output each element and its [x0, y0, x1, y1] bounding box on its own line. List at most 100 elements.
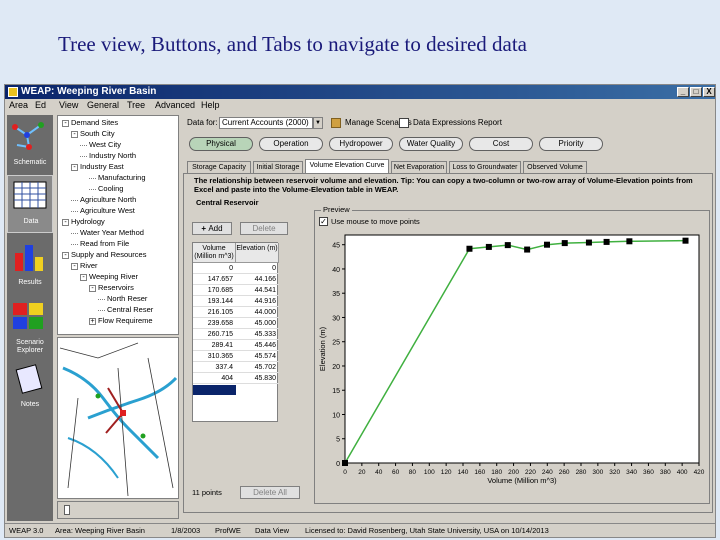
menu-edit[interactable]: Ed — [35, 100, 46, 110]
cell-elevation[interactable]: 44.166 — [236, 275, 279, 285]
data-point[interactable] — [585, 239, 592, 246]
data-expressions-report-button[interactable]: Data Expressions Report — [413, 118, 502, 127]
menu-area[interactable]: Area — [9, 100, 28, 110]
zoom-slider-thumb[interactable] — [64, 505, 70, 515]
category-button-priority[interactable]: Priority — [539, 137, 603, 151]
cell-volume[interactable]: 337.4 — [193, 363, 236, 373]
chevron-down-icon[interactable]: ▼ — [313, 117, 323, 129]
collapse-icon[interactable]: - — [62, 219, 69, 226]
tab-storage-capacity[interactable]: Storage Capacity — [187, 161, 251, 173]
cell-elevation[interactable]: 45.446 — [236, 341, 279, 351]
category-button-cost[interactable]: Cost — [469, 137, 533, 151]
menu-advanced[interactable]: Advanced — [155, 100, 195, 110]
area-map[interactable] — [57, 337, 179, 499]
cell-volume[interactable]: 0 — [193, 264, 236, 274]
view-button-notes[interactable]: Notes — [7, 359, 53, 417]
cell-volume[interactable]: 260.715 — [193, 330, 236, 340]
add-button[interactable]: + Add — [192, 222, 232, 235]
collapse-icon[interactable]: - — [71, 263, 78, 270]
tree-item[interactable]: - Supply and Resources — [62, 250, 146, 259]
view-button-data[interactable]: Data — [7, 175, 53, 233]
tab-observed-volume[interactable]: Observed Volume — [523, 161, 587, 173]
volume-elevation-table[interactable]: Volume (Million m^3) Elevation (m) 0 0 147… — [192, 242, 279, 422]
cell-volume[interactable]: 289.41 — [193, 341, 236, 351]
cell-elevation[interactable]: 44.000 — [236, 308, 279, 318]
tree-item[interactable]: - Reservoirs — [89, 283, 134, 292]
data-point[interactable] — [561, 240, 568, 247]
cell-volume[interactable]: 404 — [193, 374, 236, 384]
menu-tree[interactable]: Tree — [127, 100, 145, 110]
cell-volume[interactable]: 147.657 — [193, 275, 236, 285]
collapse-icon[interactable]: - — [71, 131, 78, 138]
menu-help[interactable]: Help — [201, 100, 220, 110]
menu-view[interactable]: View — [59, 100, 78, 110]
data-point[interactable] — [485, 243, 492, 250]
cell-elevation[interactable]: 45.702 — [236, 363, 279, 373]
map-zoom-slider[interactable] — [57, 501, 179, 519]
cell-volume[interactable]: 239.658 — [193, 319, 236, 329]
tab-volume-elevation-curve[interactable]: Volume Elevation Curve — [305, 159, 389, 173]
tab-loss-to-groundwater[interactable]: Loss to Groundwater — [449, 161, 521, 173]
tree-item[interactable]: - River — [71, 261, 98, 270]
category-button-operation[interactable]: Operation — [259, 137, 323, 151]
tree-item[interactable]: Industry North — [80, 151, 136, 160]
data-point[interactable] — [682, 237, 689, 244]
delete-all-button[interactable]: Delete All — [240, 486, 300, 499]
minimize-button[interactable]: _ — [677, 87, 689, 97]
tree-item[interactable]: North Reser — [98, 294, 147, 303]
data-tree[interactable]: - Demand Sites - South City West City Industr… — [57, 115, 179, 335]
tree-item[interactable]: Agriculture North — [71, 195, 136, 204]
tree-item[interactable]: - Industry East — [71, 162, 124, 171]
tree-item[interactable]: Agriculture West — [71, 206, 135, 215]
cell-elevation[interactable]: 45.000 — [236, 319, 279, 329]
data-point[interactable] — [466, 245, 473, 252]
tab-net-evaporation[interactable]: Net Evaporation — [391, 161, 447, 173]
use-mouse-checkbox[interactable]: ✓ — [319, 217, 328, 226]
tree-item[interactable]: West City — [80, 140, 121, 149]
collapse-icon[interactable]: - — [62, 120, 69, 127]
data-point[interactable] — [603, 238, 610, 245]
tab-initial-storage[interactable]: Initial Storage — [253, 161, 303, 173]
collapse-icon[interactable]: - — [89, 285, 96, 292]
cell-volume[interactable]: 216.105 — [193, 308, 236, 318]
collapse-icon[interactable]: - — [62, 252, 69, 259]
new-row-cell[interactable] — [193, 385, 236, 395]
tree-item[interactable]: Cooling — [89, 184, 123, 193]
data-point[interactable] — [543, 241, 550, 248]
tree-item[interactable]: Water Year Method — [71, 228, 144, 237]
cell-volume[interactable]: 310.365 — [193, 352, 236, 362]
tree-item[interactable]: + Flow Requireme — [89, 316, 153, 325]
category-button-hydropower[interactable]: Hydropower — [329, 137, 393, 151]
view-button-results[interactable]: Results — [7, 237, 53, 295]
cell-elevation[interactable]: 45.574 — [236, 352, 279, 362]
delete-button[interactable]: Delete — [240, 222, 288, 235]
close-button[interactable]: X — [703, 87, 715, 97]
data-point[interactable] — [504, 242, 511, 249]
tree-item[interactable]: Central Reser — [98, 305, 153, 314]
menu-general[interactable]: General — [87, 100, 119, 110]
cell-elevation[interactable]: 45.333 — [236, 330, 279, 340]
expand-icon[interactable]: + — [89, 318, 96, 325]
data-point[interactable] — [524, 246, 531, 253]
cell-elevation[interactable]: 0 — [236, 264, 279, 274]
tree-item[interactable]: - South City — [71, 129, 115, 138]
scenario-select[interactable]: Current Accounts (2000) — [219, 117, 313, 129]
tree-item[interactable]: - Demand Sites — [62, 118, 118, 127]
category-button-physical[interactable]: Physical — [189, 137, 253, 151]
view-button-scenario-explorer[interactable]: Scenario Explorer — [7, 297, 53, 355]
view-button-schematic[interactable]: Schematic — [7, 117, 53, 175]
cell-elevation[interactable]: 45.830 — [236, 374, 279, 384]
category-button-water-quality[interactable]: Water Quality — [399, 137, 463, 151]
cell-elevation[interactable]: 44.541 — [236, 286, 279, 296]
cell-volume[interactable]: 193.144 — [193, 297, 236, 307]
maximize-button[interactable]: □ — [690, 87, 702, 97]
cell-volume[interactable]: 170.685 — [193, 286, 236, 296]
tree-item[interactable]: Read from File — [71, 239, 129, 248]
data-point[interactable] — [626, 238, 633, 245]
cell-elevation[interactable]: 44.916 — [236, 297, 279, 307]
volume-elevation-chart[interactable]: 0 5 10 15 20 25 30 35 40 45 0 20 40 60 80 100 120 140 160 1… — [315, 227, 709, 503]
collapse-icon[interactable]: - — [71, 164, 78, 171]
tree-item[interactable]: Manufacturing — [89, 173, 146, 182]
tree-item[interactable]: - Weeping River — [80, 272, 138, 281]
collapse-icon[interactable]: - — [80, 274, 87, 281]
